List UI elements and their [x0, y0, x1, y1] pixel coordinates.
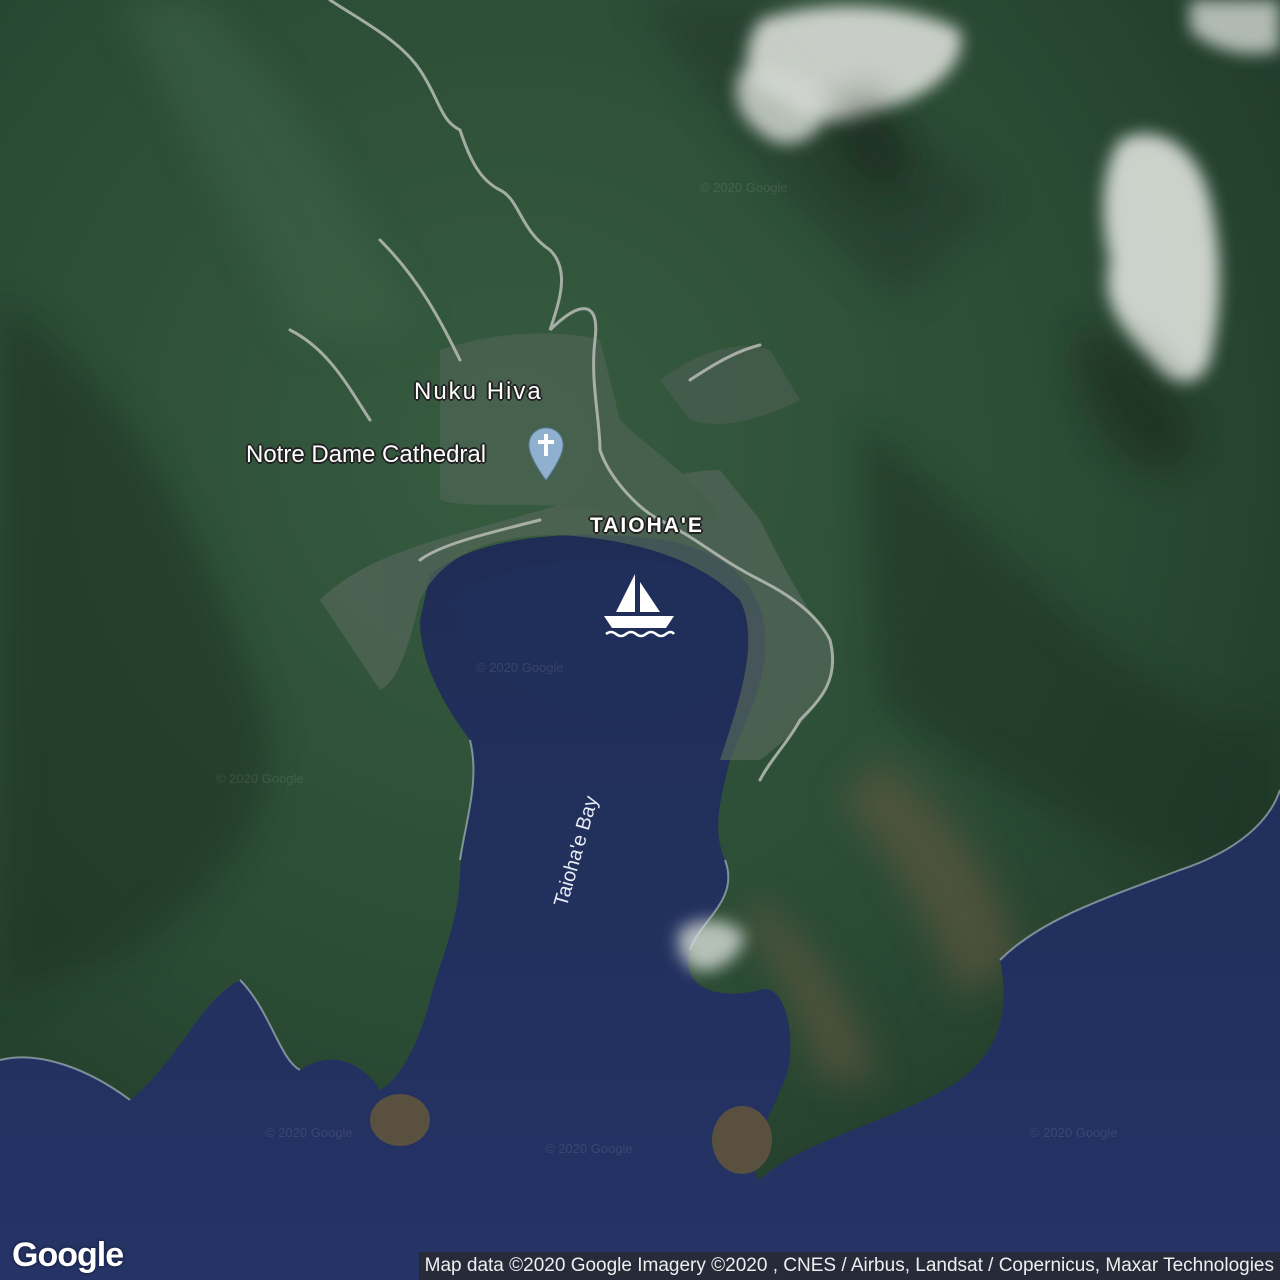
- google-logo[interactable]: Google: [12, 1236, 124, 1275]
- watermark-text: © 2020 Google: [545, 1141, 633, 1156]
- watermark-text: © 2020 Google: [476, 660, 564, 675]
- watermark-text: © 2020 Google: [265, 1125, 353, 1140]
- sailboat-icon[interactable]: [602, 572, 676, 638]
- islet-west: [370, 1094, 430, 1146]
- watermark-text: © 2020 Google: [700, 180, 788, 195]
- watermark-text: © 2020 Google: [1030, 1125, 1118, 1140]
- islet-east: [712, 1106, 772, 1174]
- church-pin-icon[interactable]: [526, 426, 566, 482]
- map-attribution[interactable]: Map data ©2020 Google Imagery ©2020 , CN…: [418, 1252, 1280, 1280]
- island-label[interactable]: Nuku Hiva: [414, 378, 543, 406]
- poi-label-cathedral[interactable]: Notre Dame Cathedral: [246, 441, 486, 469]
- watermark-text: © 2020 Google: [216, 771, 304, 786]
- satellite-map[interactable]: © 2020 Google © 2020 Google © 2020 Googl…: [0, 0, 1280, 1280]
- town-label[interactable]: TAIOHA'E: [590, 514, 704, 538]
